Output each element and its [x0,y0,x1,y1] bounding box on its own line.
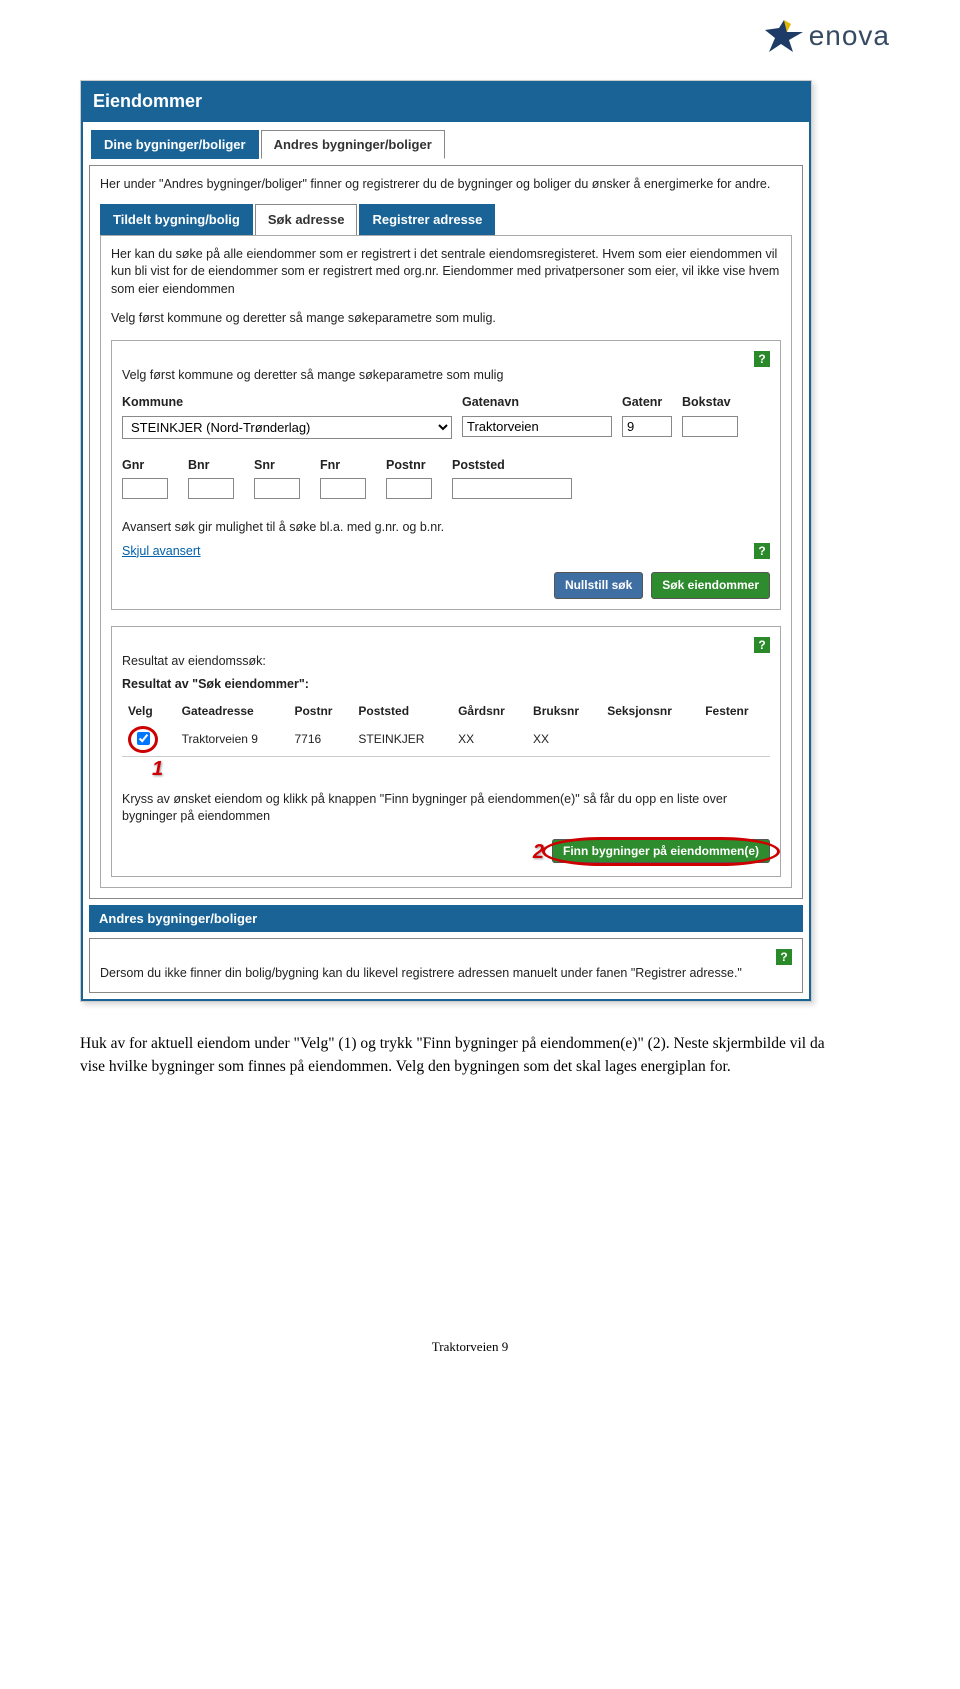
fnr-input[interactable] [320,478,366,499]
velg-hint-2: Velg først kommune og deretter så mange … [122,367,770,385]
cell-postnr: 7716 [288,723,352,756]
advanced-row: Gnr Bnr Snr Fnr Postnr Poststed [122,457,770,500]
sok-eiendommer-button[interactable]: Søk eiendommer [651,572,770,599]
col-festenr: Festenr [699,700,770,723]
sok-panel: Her kan du søke på alle eiendommer som e… [100,235,792,888]
gatenr-input[interactable] [622,416,672,437]
cell-gardsnr: XX [452,723,527,756]
tab-andres-bygninger[interactable]: Andres bygninger/boliger [261,130,445,159]
skjul-avansert-link[interactable]: Skjul avansert [122,543,201,561]
annotation-marker-2: 2 [533,838,544,866]
sub-tabs: Tildelt bygning/bolig Søk adresse Regist… [100,204,792,236]
nullstill-button[interactable]: Nullstill søk [554,572,643,599]
subtab-registrer[interactable]: Registrer adresse [359,204,495,236]
velg-hint-1: Velg først kommune og deretter så mange … [111,310,781,328]
label-snr: Snr [254,457,300,475]
poststed-input[interactable] [452,478,572,499]
document-body-text: Huk av for aktuell eiendom under "Velg" … [80,1032,840,1079]
result-heading-1: Resultat av eiendomssøk: [122,653,770,671]
help-icon[interactable]: ? [754,543,770,559]
help-icon[interactable]: ? [754,637,770,653]
sok-intro-text: Her kan du søke på alle eiendommer som e… [111,246,781,299]
col-poststed: Poststed [352,700,452,723]
label-fnr: Fnr [320,457,366,475]
logo-star-icon [765,20,803,52]
label-kommune: Kommune [122,394,452,412]
tab-dine-bygninger[interactable]: Dine bygninger/boliger [91,130,259,159]
enova-logo: enova [765,20,890,52]
velg-checkbox[interactable] [137,732,150,745]
col-bruksnr: Bruksnr [527,700,601,723]
result-hint: Kryss av ønsket eiendom og klikk på knap… [122,791,770,826]
bnr-input[interactable] [188,478,234,499]
cell-gateadresse: Traktorveien 9 [176,723,289,756]
col-gateadresse: Gateadresse [176,700,289,723]
subtab-tildelt[interactable]: Tildelt bygning/bolig [100,204,253,236]
finn-bygninger-button[interactable]: Finn bygninger på eiendommen(e) [552,839,770,863]
annotation-marker-1: 1 [152,758,163,780]
label-bokstav: Bokstav [682,394,738,412]
annotation-circle-1 [128,726,158,753]
postnr-input[interactable] [386,478,432,499]
table-row: Traktorveien 9 7716 STEINKJER XX XX [122,723,770,756]
cell-bruksnr: XX [527,723,601,756]
subtab-sok-adresse[interactable]: Søk adresse [255,204,358,236]
app-screenshot: Eiendommer Dine bygninger/boliger Andres… [80,80,812,1002]
search-form-box: ? Velg først kommune og deretter så mang… [111,340,781,610]
logo-text: enova [809,20,890,52]
col-postnr: Postnr [288,700,352,723]
manual-register-hint: Dersom du ikke finner din bolig/bygning … [100,965,792,983]
andre-intro-text: Her under "Andres bygninger/boliger" fin… [100,176,792,194]
col-seksjonsnr: Seksjonsnr [601,700,699,723]
label-postnr: Postnr [386,457,432,475]
bokstav-input[interactable] [682,416,738,437]
col-velg: Velg [122,700,176,723]
gnr-input[interactable] [122,478,168,499]
help-icon[interactable]: ? [776,949,792,965]
advanced-hint: Avansert søk gir mulighet til å søke bl.… [122,519,770,537]
panel-title: Eiendommer [81,81,811,122]
top-tabs: Dine bygninger/boliger Andres bygninger/… [83,122,809,159]
andre-section: Her under "Andres bygninger/boliger" fin… [89,165,803,899]
label-bnr: Bnr [188,457,234,475]
snr-input[interactable] [254,478,300,499]
label-poststed: Poststed [452,457,572,475]
page-footer: Traktorveien 9 [80,1339,860,1355]
label-gnr: Gnr [122,457,168,475]
gatenavn-input[interactable] [462,416,612,437]
subheader-andres: Andres bygninger/boliger [89,905,803,932]
help-icon[interactable]: ? [754,351,770,367]
label-gatenavn: Gatenavn [462,394,612,412]
result-table: Velg Gateadresse Postnr Poststed Gårdsnr… [122,700,770,757]
result-heading-2: Resultat av "Søk eiendommer": [122,676,770,694]
manual-register-hint-box: ? Dersom du ikke finner din bolig/bygnin… [89,938,803,994]
result-box: ? Resultat av eiendomssøk: Resultat av "… [111,626,781,877]
kommune-select[interactable]: STEINKJER (Nord-Trønderlag) [122,416,452,439]
col-gardsnr: Gårdsnr [452,700,527,723]
cell-poststed: STEINKJER [352,723,452,756]
label-gatenr: Gatenr [622,394,672,412]
